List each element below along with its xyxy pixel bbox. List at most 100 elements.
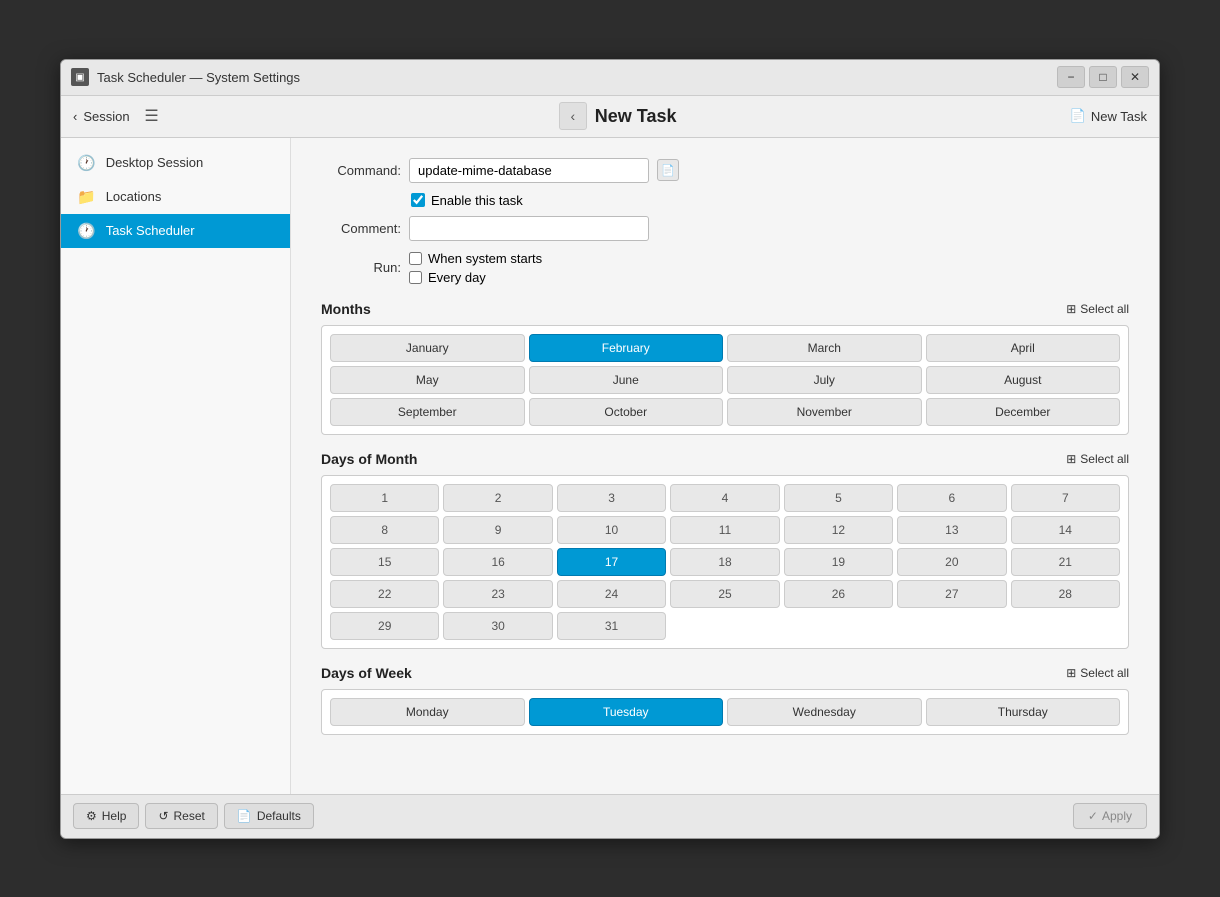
day-11[interactable]: 11 <box>670 516 779 544</box>
every-day-label: Every day <box>428 270 486 285</box>
months-header: Months ⊞ Select all <box>321 301 1129 317</box>
days-of-week-title: Days of Week <box>321 665 412 681</box>
nav-back-button[interactable]: ‹ <box>559 102 587 130</box>
when-system-starts-label: When system starts <box>428 251 542 266</box>
session-label: Session <box>83 109 129 124</box>
window-title: Task Scheduler — System Settings <box>97 70 300 85</box>
day-21[interactable]: 21 <box>1011 548 1120 576</box>
new-task-icon: 📄 <box>1070 108 1086 124</box>
month-january[interactable]: January <box>330 334 525 362</box>
defaults-button[interactable]: 📄 Defaults <box>224 803 314 829</box>
month-december[interactable]: December <box>926 398 1121 426</box>
day-3[interactable]: 3 <box>557 484 666 512</box>
day-8[interactable]: 8 <box>330 516 439 544</box>
days-of-month-title: Days of Month <box>321 451 417 467</box>
apply-button[interactable]: ✓ Apply <box>1073 803 1147 829</box>
run-option-system-starts: When system starts <box>409 251 542 266</box>
apply-label: Apply <box>1102 809 1132 823</box>
page-title: New Task <box>595 106 677 127</box>
reset-label: Reset <box>174 809 205 823</box>
close-button[interactable]: ✕ <box>1121 66 1149 88</box>
day-23[interactable]: 23 <box>443 580 552 608</box>
day-22[interactable]: 22 <box>330 580 439 608</box>
main-panel: Command: 📄 Enable this task Comment: Run… <box>291 138 1159 794</box>
defaults-icon: 📄 <box>237 809 252 823</box>
help-button[interactable]: ⚙ Help <box>73 803 139 829</box>
sidebar-item-desktop-session[interactable]: 🕐 Desktop Session <box>61 146 290 180</box>
day-24[interactable]: 24 <box>557 580 666 608</box>
clock-icon: 🕐 <box>77 154 96 172</box>
day-30[interactable]: 30 <box>443 612 552 640</box>
session-button[interactable]: ‹ Session <box>73 109 130 124</box>
day-17[interactable]: 17 <box>557 548 666 576</box>
run-label: Run: <box>321 260 401 275</box>
footer-left-buttons: ⚙ Help ↺ Reset 📄 Defaults <box>73 803 314 829</box>
month-february[interactable]: February <box>529 334 724 362</box>
run-label-row: Run: When system starts Every day <box>321 251 1129 285</box>
sidebar-item-task-scheduler[interactable]: 🕐 Task Scheduler <box>61 214 290 248</box>
day-13[interactable]: 13 <box>897 516 1006 544</box>
hamburger-button[interactable]: ☰ <box>138 102 166 130</box>
content-area: 🕐 Desktop Session 📁 Locations 🕐 Task Sch… <box>61 138 1159 794</box>
month-april[interactable]: April <box>926 334 1121 362</box>
new-task-button[interactable]: 📄 New Task <box>1070 108 1147 124</box>
month-may[interactable]: May <box>330 366 525 394</box>
months-select-all-button[interactable]: ⊞ Select all <box>1066 302 1129 316</box>
day-1[interactable]: 1 <box>330 484 439 512</box>
day-monday[interactable]: Monday <box>330 698 525 726</box>
command-input[interactable] <box>409 158 649 183</box>
titlebar-left: ▣ Task Scheduler — System Settings <box>71 68 300 86</box>
days-of-month-select-all-button[interactable]: ⊞ Select all <box>1066 452 1129 466</box>
day-29[interactable]: 29 <box>330 612 439 640</box>
select-all-icon-3: ⊞ <box>1066 666 1076 680</box>
maximize-button[interactable]: □ <box>1089 66 1117 88</box>
day-27[interactable]: 27 <box>897 580 1006 608</box>
day-tuesday[interactable]: Tuesday <box>529 698 724 726</box>
day-28[interactable]: 28 <box>1011 580 1120 608</box>
app-icon: ▣ <box>71 68 89 86</box>
enable-task-checkbox[interactable] <box>411 193 425 207</box>
day-16[interactable]: 16 <box>443 548 552 576</box>
when-system-starts-checkbox[interactable] <box>409 252 422 265</box>
day-26[interactable]: 26 <box>784 580 893 608</box>
day-20[interactable]: 20 <box>897 548 1006 576</box>
day-2[interactable]: 2 <box>443 484 552 512</box>
day-31[interactable]: 31 <box>557 612 666 640</box>
day-7[interactable]: 7 <box>1011 484 1120 512</box>
every-day-checkbox[interactable] <box>409 271 422 284</box>
month-march[interactable]: March <box>727 334 922 362</box>
sidebar-item-label: Desktop Session <box>106 155 204 170</box>
navbar-center: ‹ New Task <box>559 102 677 130</box>
comment-input[interactable] <box>409 216 649 241</box>
day-thursday[interactable]: Thursday <box>926 698 1121 726</box>
month-july[interactable]: July <box>727 366 922 394</box>
month-august[interactable]: August <box>926 366 1121 394</box>
day-5[interactable]: 5 <box>784 484 893 512</box>
sidebar-item-label: Task Scheduler <box>106 223 195 238</box>
month-november[interactable]: November <box>727 398 922 426</box>
reset-icon: ↺ <box>158 809 168 823</box>
minimize-button[interactable]: − <box>1057 66 1085 88</box>
sidebar-item-locations[interactable]: 📁 Locations <box>61 180 290 214</box>
days-of-week-select-all-button[interactable]: ⊞ Select all <box>1066 666 1129 680</box>
day-15[interactable]: 15 <box>330 548 439 576</box>
day-4[interactable]: 4 <box>670 484 779 512</box>
comment-label: Comment: <box>321 221 401 236</box>
new-task-label: New Task <box>1091 109 1147 124</box>
month-june[interactable]: June <box>529 366 724 394</box>
reset-button[interactable]: ↺ Reset <box>145 803 217 829</box>
day-18[interactable]: 18 <box>670 548 779 576</box>
day-12[interactable]: 12 <box>784 516 893 544</box>
browse-file-button[interactable]: 📄 <box>657 159 679 181</box>
day-25[interactable]: 25 <box>670 580 779 608</box>
day-6[interactable]: 6 <box>897 484 1006 512</box>
comment-row: Comment: <box>321 216 1129 241</box>
day-wednesday[interactable]: Wednesday <box>727 698 922 726</box>
month-september[interactable]: September <box>330 398 525 426</box>
day-10[interactable]: 10 <box>557 516 666 544</box>
day-19[interactable]: 19 <box>784 548 893 576</box>
day-14[interactable]: 14 <box>1011 516 1120 544</box>
run-options: When system starts Every day <box>409 251 542 285</box>
day-9[interactable]: 9 <box>443 516 552 544</box>
month-october[interactable]: October <box>529 398 724 426</box>
